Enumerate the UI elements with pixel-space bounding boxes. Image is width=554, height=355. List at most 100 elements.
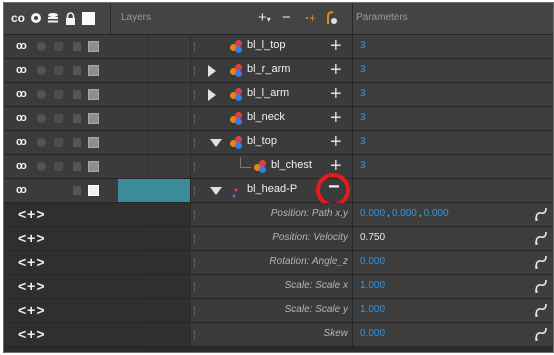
co-icon[interactable]: co (10, 11, 26, 25)
expand-arrow-icon[interactable] (208, 65, 216, 77)
layer-name[interactable]: bl_chest (271, 159, 312, 171)
layer-stack-icon[interactable] (54, 114, 63, 123)
parameter-row[interactable]: <+> Skew 0.000 (4, 323, 553, 347)
keyframe-nav-arrows[interactable]: <+> (18, 302, 46, 318)
layer-name[interactable]: bl_r_arm (247, 63, 290, 75)
function-curve-icon[interactable] (535, 327, 547, 341)
function-curve-icon[interactable] (535, 255, 547, 269)
param-value-component[interactable]: 1.000 (360, 304, 385, 315)
layer-enable-co-icon[interactable]: co (16, 112, 27, 124)
parameter-row[interactable]: <+> Scale: Scale y 1.000 (4, 299, 553, 323)
layer-lock-icon[interactable] (73, 66, 81, 75)
layer-stack-icon[interactable] (54, 162, 63, 171)
collapse-params-button[interactable]: − (328, 177, 340, 197)
layer-name[interactable]: bl_head-P (247, 183, 297, 195)
layer-color-swatch[interactable] (88, 161, 99, 172)
layer-name[interactable]: bl_l_arm (247, 87, 289, 99)
layer-lock-icon[interactable] (73, 42, 81, 51)
layer-name[interactable]: bl_l_top (247, 39, 286, 51)
keyframe-nav-arrows[interactable]: <+> (18, 326, 46, 342)
layer-row[interactable]: co bl_l_arm +3 (4, 83, 553, 107)
layer-stack-icon[interactable] (54, 66, 63, 75)
add-peg-button[interactable]: ⋅+ (305, 10, 316, 26)
layer-row[interactable]: co bl_neck +3 (4, 107, 553, 131)
layer-stack-icon[interactable] (54, 42, 63, 51)
param-value[interactable]: 0.000, 0.000, 0.000 (360, 208, 449, 219)
layer-lock-icon[interactable] (73, 186, 81, 195)
layer-visibility-icon[interactable] (37, 42, 46, 51)
layer-visibility-icon[interactable] (37, 114, 46, 123)
layer-visibility-icon[interactable] (37, 138, 46, 147)
layer-lock-icon[interactable] (73, 138, 81, 147)
expand-params-button[interactable]: + (330, 84, 342, 104)
layer-stack-icon[interactable] (54, 90, 63, 99)
function-curve-icon[interactable] (535, 231, 547, 245)
param-value-component[interactable]: 0.000 (392, 208, 417, 219)
keyframe-nav-arrows[interactable]: <+> (18, 230, 46, 246)
keyframe-nav-arrows[interactable]: <+> (18, 278, 46, 294)
lock-icon[interactable] (64, 11, 76, 25)
keyframe-nav-arrows[interactable]: <+> (18, 254, 46, 270)
layer-enable-co-icon[interactable]: co (16, 160, 27, 172)
param-value[interactable]: 0.750 (360, 232, 385, 243)
layer-color-swatch[interactable] (88, 65, 99, 76)
expand-arrow-icon[interactable] (208, 89, 216, 101)
expand-params-button[interactable]: + (330, 36, 342, 56)
parameter-row[interactable]: <+> Rotation: Angle_z 0.000 (4, 251, 553, 275)
stack-icon[interactable] (47, 11, 59, 25)
layer-enable-co-icon[interactable]: co (16, 184, 27, 196)
param-value-component[interactable]: 0.000 (360, 328, 385, 339)
layer-enable-co-icon[interactable]: co (16, 88, 27, 100)
param-value-component[interactable]: 0.000 (360, 256, 385, 267)
layer-row[interactable]: co bl_top +3 (4, 131, 553, 155)
layer-lock-icon[interactable] (73, 90, 81, 99)
layer-name[interactable]: bl_top (247, 135, 277, 147)
keyframe-nav-arrows[interactable]: <+> (18, 206, 46, 222)
expand-params-button[interactable]: + (330, 60, 342, 80)
function-curve-icon[interactable] (535, 303, 547, 317)
layer-row[interactable]: co bl_head-P − (4, 173, 553, 207)
layer-row[interactable]: co bl_r_arm +3 (4, 59, 553, 83)
layer-color-swatch[interactable] (88, 185, 99, 196)
param-value[interactable]: 1.000 (360, 280, 385, 291)
layer-row[interactable]: co bl_l_top +3 (4, 35, 553, 59)
add-deformer-button[interactable] (325, 10, 339, 26)
layer-color-swatch[interactable] (88, 137, 99, 148)
layer-enable-co-icon[interactable]: co (16, 136, 27, 148)
collapse-arrow-icon[interactable] (210, 139, 222, 147)
layer-visibility-icon[interactable] (37, 90, 46, 99)
layer-visibility-icon[interactable] (37, 162, 46, 171)
layer-enable-co-icon[interactable]: co (16, 40, 27, 52)
param-value-component[interactable]: 0.000 (360, 208, 385, 219)
layer-lock-icon[interactable] (73, 114, 81, 123)
expand-params-button[interactable]: + (330, 108, 342, 128)
layer-color-swatch[interactable] (88, 113, 99, 124)
color-swatch-icon[interactable] (81, 11, 95, 25)
param-value-component[interactable]: 0.000 (424, 208, 449, 219)
param-value-component[interactable]: 1.000 (360, 280, 385, 291)
add-layer-button[interactable]: +▾ (258, 10, 271, 26)
layer-enable-co-icon[interactable]: co (16, 64, 27, 76)
layer-color-swatch[interactable] (88, 89, 99, 100)
function-curve-icon[interactable] (535, 279, 547, 293)
layer-stack-icon[interactable] (54, 138, 63, 147)
parameter-row[interactable]: <+> Position: Velocity 0.750 (4, 227, 553, 251)
param-value-component[interactable]: 0.750 (360, 232, 385, 243)
parameter-row[interactable]: <+> Scale: Scale x 1.000 (4, 275, 553, 299)
remove-layer-button[interactable]: − (282, 10, 291, 26)
eye-icon[interactable] (30, 11, 42, 25)
param-value[interactable]: 0.000 (360, 256, 385, 267)
expand-params-button[interactable]: + (330, 132, 342, 152)
layer-param-value: 3 (360, 160, 366, 171)
parameter-row[interactable]: <+> Position: Path x,y 0.000, 0.000, 0.000 (4, 203, 553, 227)
layer-visibility-icon[interactable] (37, 66, 46, 75)
param-value[interactable]: 0.000 (360, 328, 385, 339)
layer-row[interactable]: co bl_chest +3 (4, 155, 553, 179)
timeline-panel: co Layers +▾ − ⋅+ Parameters co bl_l_top +… (3, 2, 554, 353)
function-curve-icon[interactable] (535, 207, 547, 221)
collapse-arrow-icon[interactable] (210, 187, 222, 195)
layer-name[interactable]: bl_neck (247, 111, 285, 123)
layer-lock-icon[interactable] (73, 162, 81, 171)
param-value[interactable]: 1.000 (360, 304, 385, 315)
layer-color-swatch[interactable] (88, 41, 99, 52)
